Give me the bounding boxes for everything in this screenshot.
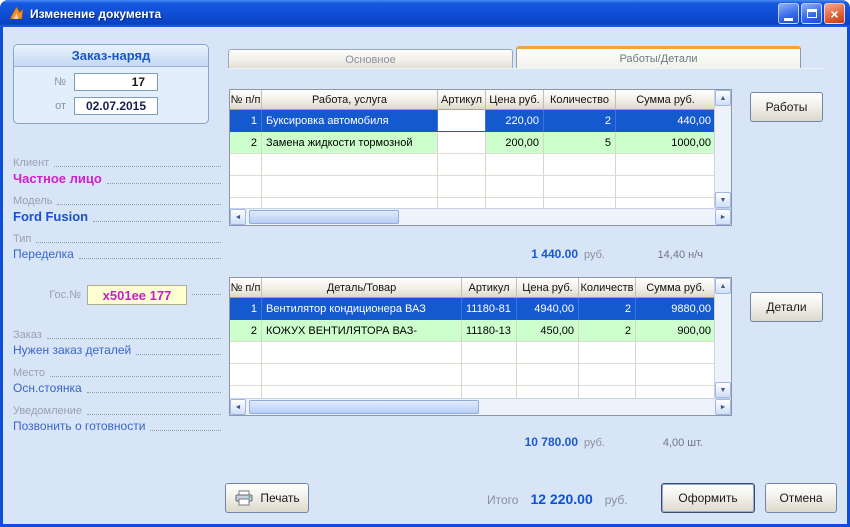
- order-date-input[interactable]: [74, 97, 158, 115]
- tab-pane-edge: [228, 68, 824, 69]
- scroll-down-icon[interactable]: ▼: [715, 192, 731, 208]
- parts-table: № п/п Деталь/Товар Артикул Цена руб. Кол…: [229, 277, 732, 416]
- table-row-empty: [230, 364, 714, 386]
- maximize-icon: [806, 9, 817, 18]
- order-status-value: Нужен заказ деталей: [13, 343, 132, 357]
- place-label-row: Место: [13, 367, 221, 379]
- works-total: 1 440.00 руб.: [531, 247, 605, 261]
- notify-label-row: Уведомление: [13, 405, 221, 417]
- order-group-title: Заказ-наряд: [14, 45, 208, 67]
- gosnum-row: Гос.№: [13, 285, 221, 305]
- works-button[interactable]: Работы: [750, 92, 823, 122]
- close-icon: ×: [830, 5, 839, 22]
- scroll-right-icon[interactable]: ►: [715, 209, 731, 225]
- scroll-up-icon[interactable]: ▲: [715, 90, 731, 106]
- dialog-window: Изменение документа × Заказ-наряд № от К…: [0, 0, 850, 527]
- dotted-line: [93, 221, 221, 222]
- grand-total-currency: руб.: [604, 493, 628, 507]
- notify-value-row: Позвонить о готовности: [13, 419, 221, 433]
- works-table-header: № п/п Работа, услуга Артикул Цена руб. К…: [230, 90, 714, 110]
- table-row[interactable]: 1 Буксировка автомобиля 220,00 2 440,00: [230, 110, 714, 132]
- scrollbar-thumb[interactable]: [249, 210, 399, 224]
- table-row[interactable]: 2 КОЖУХ ВЕНТИЛЯТОРА ВАЗ- 11180-13 450,00…: [230, 320, 714, 342]
- model-value: Ford Fusion: [13, 209, 89, 224]
- table-row-empty: [230, 198, 714, 208]
- cancel-button[interactable]: Отмена: [765, 483, 837, 513]
- scroll-down-icon[interactable]: ▼: [715, 382, 731, 398]
- dotted-line: [150, 430, 221, 431]
- app-icon: [9, 6, 24, 20]
- works-table: № п/п Работа, услуга Артикул Цена руб. К…: [229, 89, 732, 226]
- dotted-line: [86, 414, 221, 415]
- titlebar: Изменение документа ×: [0, 0, 850, 27]
- submit-button[interactable]: Оформить: [661, 483, 755, 513]
- horizontal-scrollbar[interactable]: ◄ ►: [230, 208, 731, 225]
- order-number-label: №: [54, 76, 66, 88]
- works-hours: 14,40 н/ч: [657, 249, 703, 261]
- parts-units: 4,00 шт.: [662, 437, 703, 449]
- dotted-line: [106, 183, 221, 184]
- dotted-line: [57, 204, 221, 205]
- type-label-row: Тип: [13, 233, 221, 245]
- table-row[interactable]: 2 Замена жидкости тормозной 200,00 5 100…: [230, 132, 714, 154]
- order-status-value-row: Нужен заказ деталей: [13, 343, 221, 357]
- dotted-line: [49, 376, 221, 377]
- maximize-button[interactable]: [801, 3, 822, 24]
- gosnum-label: Гос.№: [49, 289, 81, 301]
- model-value-row: Ford Fusion: [13, 209, 221, 224]
- order-date-label: от: [55, 100, 66, 112]
- dotted-line: [78, 258, 221, 259]
- type-value: Переделка: [13, 247, 74, 261]
- order-number-input[interactable]: [74, 73, 158, 91]
- client-label-row: Клиент: [13, 157, 221, 169]
- table-row-empty: [230, 154, 714, 176]
- minimize-icon: [784, 17, 793, 21]
- grand-total-label: Итого: [487, 493, 519, 507]
- order-group-box: Заказ-наряд № от: [13, 44, 209, 124]
- tab-main[interactable]: Основное: [228, 49, 513, 69]
- scroll-right-icon[interactable]: ►: [715, 399, 731, 415]
- printer-icon: [235, 490, 253, 506]
- vertical-scrollbar[interactable]: ▲ ▼: [714, 278, 731, 398]
- scroll-left-icon[interactable]: ◄: [230, 209, 246, 225]
- grand-total: Итого 12 220.00 руб.: [487, 491, 628, 507]
- client-value: Частное лицо: [13, 171, 102, 186]
- scrollbar-thumb[interactable]: [249, 400, 479, 414]
- print-button[interactable]: Печать: [225, 483, 309, 513]
- grand-total-value: 12 220.00: [530, 491, 593, 507]
- horizontal-scrollbar[interactable]: ◄ ►: [230, 398, 731, 415]
- scroll-up-icon[interactable]: ▲: [715, 278, 731, 294]
- table-row-empty: [230, 386, 714, 398]
- notify-value: Позвонить о готовности: [13, 419, 146, 433]
- parts-button[interactable]: Детали: [750, 292, 823, 322]
- table-row[interactable]: 1 Вентилятор кондиционера ВАЗ 11180-81 4…: [230, 298, 714, 320]
- window-controls: ×: [778, 3, 845, 24]
- dotted-line: [36, 242, 221, 243]
- table-row-empty: [230, 342, 714, 364]
- order-status-label-row: Заказ: [13, 329, 221, 341]
- tab-bar: Основное Работы/Детали: [228, 46, 801, 69]
- scroll-left-icon[interactable]: ◄: [230, 399, 246, 415]
- place-value-row: Осн.стоянка: [13, 381, 221, 395]
- model-label-row: Модель: [13, 195, 221, 207]
- dotted-line: [54, 166, 221, 167]
- dotted-line: [46, 338, 221, 339]
- vertical-scrollbar[interactable]: ▲ ▼: [714, 90, 731, 208]
- tab-works-details[interactable]: Работы/Детали: [516, 46, 801, 69]
- type-value-row: Переделка: [13, 247, 221, 261]
- parts-total: 10 780.00 руб.: [524, 435, 605, 449]
- client-value-row: Частное лицо: [13, 171, 221, 186]
- gosnum-input[interactable]: [87, 285, 187, 305]
- dotted-line: [136, 354, 221, 355]
- parts-table-header: № п/п Деталь/Товар Артикул Цена руб. Кол…: [230, 278, 714, 298]
- place-value: Осн.стоянка: [13, 381, 82, 395]
- close-button[interactable]: ×: [824, 3, 845, 24]
- window-title: Изменение документа: [30, 6, 162, 21]
- print-button-label: Печать: [260, 491, 300, 505]
- dotted-line: [192, 293, 221, 295]
- minimize-button[interactable]: [778, 3, 799, 24]
- client-area: Заказ-наряд № от Клиент Частное лицо Мод…: [3, 27, 847, 524]
- dotted-line: [86, 392, 221, 393]
- table-row-empty: [230, 176, 714, 198]
